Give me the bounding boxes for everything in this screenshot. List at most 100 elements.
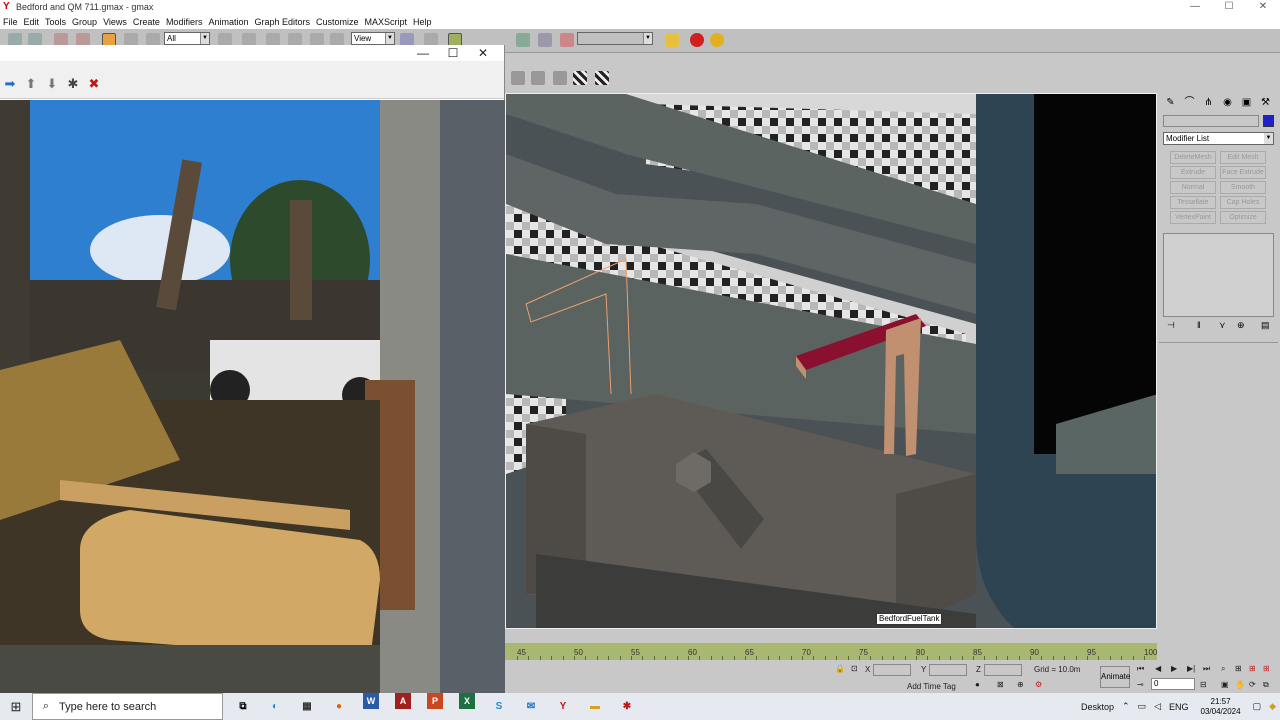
menu-file[interactable]: File [0, 17, 21, 27]
zoom-icon[interactable]: ⌕ [1221, 664, 1225, 674]
menu-create[interactable]: Create [130, 17, 163, 27]
zoom-extents-icon[interactable]: ⊞ [1249, 664, 1256, 673]
widget-icon[interactable]: ◆ [1269, 701, 1276, 712]
angle-snap-icon[interactable] [516, 33, 530, 47]
y-coordinate-field[interactable] [929, 664, 967, 676]
mail-icon[interactable]: ✉ [515, 693, 547, 720]
image-window-minimize-button[interactable]: — [408, 45, 438, 61]
spinner-snap-icon[interactable] [560, 33, 574, 47]
go-to-start-icon[interactable]: ⏮ [1137, 664, 1144, 674]
save-image-icon[interactable]: ⬇ [44, 76, 60, 92]
key-mode-toggle-icon[interactable]: ⊸ [1137, 680, 1144, 689]
modifier-button-tessellate[interactable]: Tessellate [1170, 196, 1216, 209]
word-icon[interactable]: W [363, 693, 379, 709]
open-image-icon[interactable]: ⬆ [23, 76, 39, 92]
create-tab-icon[interactable]: ✎ [1161, 95, 1180, 111]
key-mode-icon[interactable]: ● [975, 680, 980, 689]
material-editor-icon[interactable] [665, 33, 679, 47]
display-tab-icon[interactable]: ▣ [1237, 95, 1256, 111]
material-map-icon[interactable] [595, 71, 609, 85]
modifier-button-vertexpaint[interactable]: VertexPaint [1170, 211, 1216, 224]
current-frame-field[interactable]: 0 [1151, 678, 1195, 690]
menu-edit[interactable]: Edit [21, 17, 43, 27]
percent-snap-icon[interactable] [538, 33, 552, 47]
menu-views[interactable]: Views [100, 17, 130, 27]
tray-overflow-icon[interactable]: ⌃ [1122, 701, 1130, 712]
modifier-button-extrude[interactable]: Extrude [1170, 166, 1216, 179]
remove-modifier-icon[interactable]: ⊕ [1237, 320, 1245, 331]
excel-icon[interactable]: X [459, 693, 475, 709]
tools-icon[interactable]: ✱ [65, 76, 81, 92]
modifier-button-smooth[interactable]: Smooth [1220, 181, 1266, 194]
modifier-button-normal[interactable]: Normal [1170, 181, 1216, 194]
menu-tools[interactable]: Tools [42, 17, 69, 27]
motion-tab-icon[interactable]: ◉ [1218, 95, 1237, 111]
taskbar-clock[interactable]: 21:57 03/04/2024 [1201, 697, 1241, 717]
go-to-end-icon[interactable]: ⏭ [1203, 664, 1210, 674]
object-color-swatch[interactable] [1263, 115, 1274, 127]
modifier-button-face-extrude[interactable]: Face Extrude [1220, 166, 1266, 179]
file-explorer-icon[interactable]: ▬ [579, 693, 611, 720]
checker-map-icon[interactable] [573, 71, 587, 85]
menu-customize[interactable]: Customize [313, 17, 362, 27]
set-key-icon[interactable]: ⊕ [1017, 680, 1024, 689]
task-view-icon[interactable]: ⧉ [227, 693, 259, 720]
absolute-mode-icon[interactable]: ⊡ [851, 664, 858, 673]
zoom-all-icon[interactable]: ⊞ [1235, 664, 1242, 673]
configure-sets-icon[interactable]: ▤ [1261, 320, 1270, 331]
zoom-extents-all-icon[interactable]: ⊞ [1263, 664, 1270, 673]
previous-frame-icon[interactable]: ◀ [1155, 664, 1161, 673]
pan-icon[interactable]: ✋ [1235, 680, 1245, 689]
modifier-button-optimize[interactable]: Optimize [1220, 211, 1266, 224]
close-button[interactable]: ✕ [1246, 0, 1280, 14]
selection-filter-dropdown[interactable]: All ▼ [164, 32, 210, 45]
image-window-close-button[interactable]: ✕ [468, 45, 498, 61]
network-icon[interactable]: ▭ [1138, 701, 1147, 712]
modifier-button-edit-mesh[interactable]: Edit Mesh [1220, 151, 1266, 164]
arc-rotate-icon[interactable]: ⟳ [1249, 680, 1256, 689]
menu-maxscript[interactable]: MAXScript [362, 17, 411, 27]
powerpoint-icon[interactable]: P [427, 693, 443, 709]
make-unique-icon[interactable]: ⋎ [1219, 320, 1226, 331]
utilities-tab-icon[interactable]: ⚒ [1256, 95, 1275, 111]
next-frame-icon[interactable]: ▶| [1187, 664, 1195, 673]
arrow-right-icon[interactable]: ➡ [2, 76, 18, 92]
menu-group[interactable]: Group [69, 17, 100, 27]
create-geometry-icon[interactable] [511, 71, 525, 85]
create-shape-icon[interactable] [531, 71, 545, 85]
volume-icon[interactable]: ◁ [1154, 701, 1161, 712]
modifier-button-cap-holes[interactable]: Cap Holes [1220, 196, 1266, 209]
object-name-field[interactable] [1163, 115, 1259, 127]
add-time-tag[interactable]: Add Time Tag [907, 682, 956, 691]
lock-selection-icon[interactable]: 🔒 [835, 664, 845, 673]
region-zoom-icon[interactable]: ▣ [1221, 680, 1229, 689]
edge-icon[interactable]: ◐ [259, 693, 291, 720]
track-bar[interactable] [505, 629, 1157, 643]
menu-help[interactable]: Help [410, 17, 435, 27]
animate-button[interactable]: Animate [1100, 666, 1130, 688]
x-coordinate-field[interactable] [873, 664, 911, 676]
reference-coordinate-dropdown[interactable]: View ▼ [351, 32, 395, 45]
time-slider[interactable]: 45 50 55 60 65 70 75 80 85 90 95 100 [505, 643, 1157, 660]
z-coordinate-field[interactable] [984, 664, 1022, 676]
modifier-stack-view[interactable] [1163, 233, 1274, 317]
pin-stack-icon[interactable]: ⊣ [1167, 320, 1175, 331]
keyframe-tool-icon[interactable]: ⚙ [1035, 680, 1042, 689]
modify-tab-icon[interactable]: ⌒ [1180, 95, 1199, 111]
image-window-maximize-button[interactable]: ☐ [438, 45, 468, 61]
maximize-button[interactable]: ☐ [1212, 0, 1246, 14]
key-filters-icon[interactable]: ⊠ [997, 680, 1004, 689]
menu-modifiers[interactable]: Modifiers [163, 17, 206, 27]
render-scene-icon[interactable] [690, 33, 704, 47]
menu-animation[interactable]: Animation [205, 17, 251, 27]
taskbar-search-box[interactable]: ⌕ Type here to search [32, 693, 223, 720]
modifier-list-dropdown[interactable]: Modifier List ▼ [1163, 132, 1274, 145]
modifier-button-deletemesh[interactable]: DeleteMesh [1170, 151, 1216, 164]
perspective-viewport[interactable] [505, 93, 1157, 629]
menu-graph-editors[interactable]: Graph Editors [251, 17, 313, 27]
desktop-toolbar-label[interactable]: Desktop [1081, 702, 1114, 712]
language-indicator[interactable]: ENG [1169, 702, 1189, 712]
firefox-icon[interactable]: ● [323, 693, 355, 720]
maximize-viewport-icon[interactable]: ⧉ [1263, 680, 1269, 690]
play-icon[interactable]: ▶ [1171, 664, 1177, 673]
